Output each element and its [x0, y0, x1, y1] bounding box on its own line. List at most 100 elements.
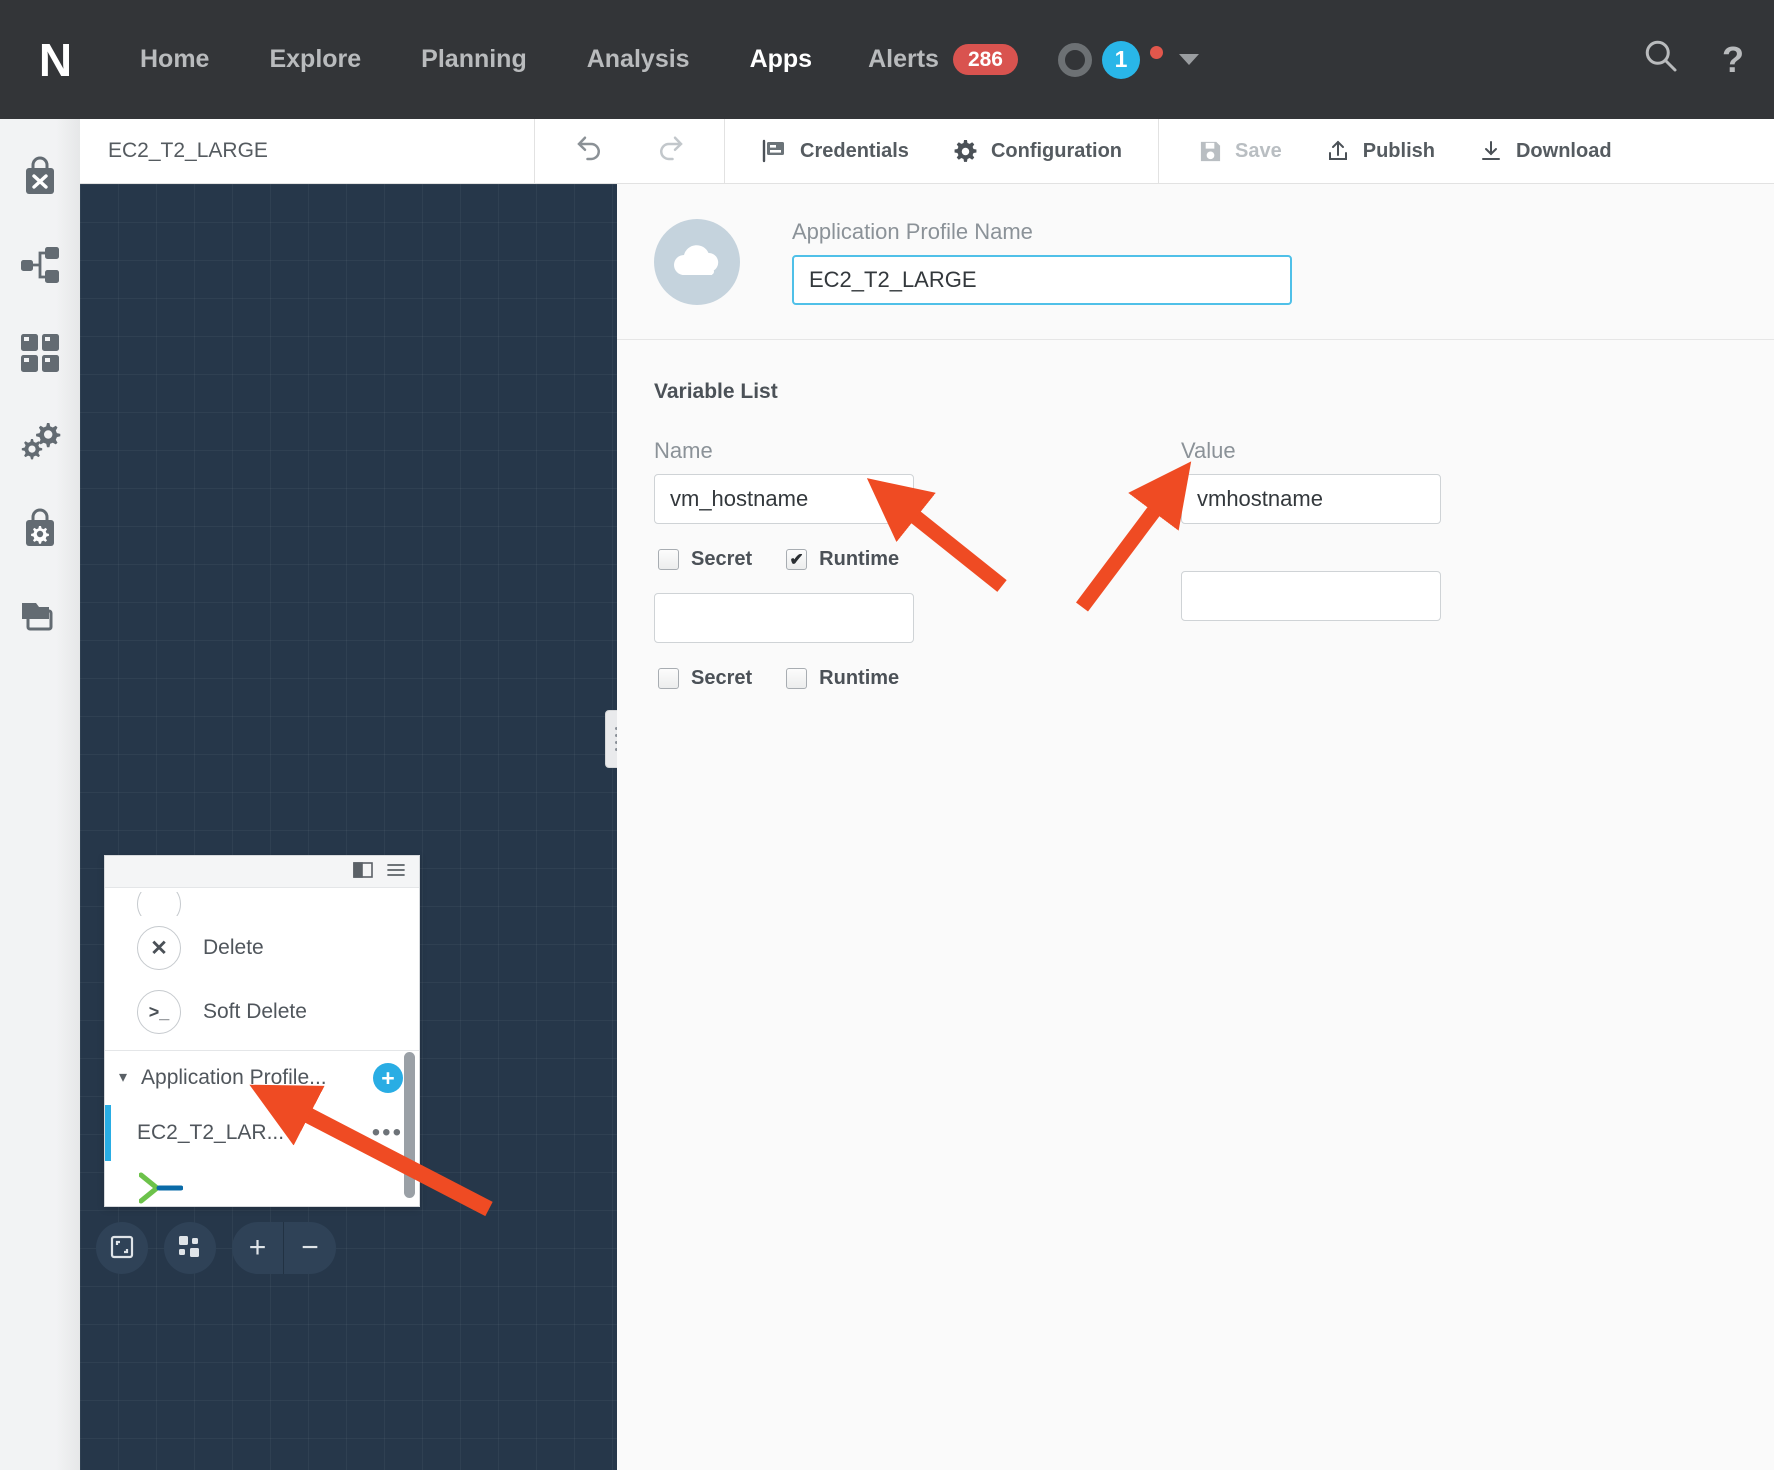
sidebar-item-applications[interactable] [0, 311, 80, 399]
credentials-icon [761, 139, 787, 163]
variable-name-column: Name Secret ✔ Runtime [654, 438, 914, 712]
sidebar-item-runbooks[interactable] [0, 399, 80, 487]
redo-icon[interactable] [655, 134, 685, 169]
secret-checkbox-2[interactable] [658, 668, 679, 689]
palette-item-ec2-t2-large[interactable]: EC2_T2_LAR... ••• [105, 1105, 419, 1161]
nav-item-apps[interactable]: Apps [720, 45, 843, 74]
variable-name-input-2[interactable] [654, 593, 914, 643]
apps-grid-icon [20, 333, 60, 378]
notification-dot-icon [1150, 46, 1163, 59]
variable-value-column: Value [1181, 438, 1441, 621]
palette-task-delete[interactable]: ✕ Delete [105, 916, 419, 980]
sidebar-item-projects[interactable] [0, 575, 80, 663]
fit-to-screen-button[interactable] [96, 1222, 148, 1274]
download-button[interactable]: Download [1457, 139, 1634, 163]
hamburger-menu-icon[interactable] [387, 863, 405, 880]
panel-toggle-icon[interactable] [353, 862, 373, 881]
cloud-icon [670, 241, 724, 282]
status-indicator-group[interactable]: 1 [1044, 40, 1199, 79]
editor-toolbar: EC2_T2_LARGE Credentials Configuration S… [80, 119, 1774, 184]
auto-layout-icon [177, 1234, 203, 1263]
app-root: N Home Explore Planning Analysis Apps Al… [0, 0, 1774, 1470]
palette-task-soft-delete[interactable]: >_ Soft Delete [105, 980, 419, 1044]
copy-layers-icon [19, 599, 61, 640]
profile-name-label: Application Profile Name [792, 218, 1033, 244]
configuration-label: Configuration [990, 139, 1123, 162]
zoom-in-button[interactable]: + [232, 1222, 284, 1274]
undo-icon[interactable] [575, 134, 605, 169]
add-application-profile-button[interactable]: + [373, 1063, 403, 1093]
check-mark-icon: ✔ [789, 550, 804, 569]
partial-task-icon [137, 892, 181, 916]
save-button[interactable]: Save [1177, 140, 1304, 163]
credentials-button[interactable]: Credentials [739, 139, 931, 163]
application-profile-panel: Application Profile Name Variable List N… [617, 184, 1774, 1470]
history-controls [535, 119, 725, 183]
variable-value-input-2[interactable] [1181, 571, 1441, 621]
nav-item-planning[interactable]: Planning [391, 45, 557, 74]
palette-header [105, 856, 419, 888]
profile-name-field-group: Application Profile Name [792, 219, 1292, 305]
runtime-checkbox-2[interactable] [786, 668, 808, 689]
nav-item-home[interactable]: Home [110, 45, 239, 74]
variable-value-input-1[interactable] [1181, 474, 1441, 524]
publish-upload-icon [1326, 139, 1350, 163]
avatar [654, 218, 740, 305]
publish-button[interactable]: Publish [1304, 139, 1457, 163]
nav-right-actions: ? [1642, 37, 1774, 82]
configuration-button[interactable]: Configuration [931, 139, 1144, 164]
profile-name-input[interactable] [792, 254, 1292, 305]
task-count-badge: 1 [1102, 40, 1140, 79]
chevron-down-icon[interactable] [1179, 54, 1199, 65]
app-logo[interactable]: N [0, 37, 110, 83]
blueprint-icon [19, 245, 61, 290]
palette-task-delete-label: Delete [203, 936, 264, 959]
publish-label: Publish [1362, 139, 1435, 162]
nav-item-analysis[interactable]: Analysis [557, 45, 720, 74]
secret-checkbox-1[interactable] [658, 549, 679, 570]
sidebar-item-blueprints[interactable] [0, 223, 80, 311]
palette-group-application-profile[interactable]: ▾ Application Profile... + [105, 1051, 419, 1105]
value-column-spacer-1 [1181, 524, 1441, 571]
search-icon[interactable] [1642, 37, 1678, 82]
gear-icon [953, 139, 978, 164]
terminal-circle-icon: >_ [137, 990, 181, 1034]
secret-label-1: Secret [691, 548, 753, 570]
save-label: Save [1235, 139, 1282, 162]
variable-name-input-1[interactable] [654, 474, 914, 524]
download-label: Download [1515, 139, 1612, 162]
credentials-label: Credentials [800, 139, 909, 162]
variable-list-title: Variable List [654, 380, 778, 403]
task-palette-panel: ✕ Delete >_ Soft Delete ▾ Application Pr… [104, 855, 420, 1207]
marketplace-x-icon [20, 156, 60, 203]
help-icon[interactable]: ? [1722, 39, 1744, 81]
alerts-count-badge: 286 [952, 44, 1018, 75]
library-gear-icon [20, 508, 60, 555]
zoom-button-group: + − [232, 1222, 336, 1274]
nav-item-alerts[interactable]: Alerts 286 [842, 44, 1044, 75]
progress-ring-icon [1058, 42, 1092, 77]
auto-layout-button[interactable] [164, 1222, 216, 1274]
palette-task-partial[interactable] [105, 892, 419, 916]
top-navigation-bar: N Home Explore Planning Analysis Apps Al… [0, 0, 1774, 119]
variable-columns: Name Secret ✔ Runtime [654, 438, 1774, 768]
x-brand-icon [138, 1172, 184, 1206]
zoom-out-button[interactable]: − [284, 1222, 336, 1274]
runbooks-gears-icon [19, 421, 61, 466]
primary-nav: Home Explore Planning Analysis Apps [110, 45, 842, 74]
sidebar-item-library[interactable] [0, 487, 80, 575]
palette-task-soft-delete-label: Soft Delete [203, 1000, 307, 1023]
blueprint-canvas[interactable] [80, 184, 617, 1470]
delete-circle-icon: ✕ [137, 926, 181, 970]
secret-label-2: Secret [691, 667, 753, 689]
runtime-checkbox-1[interactable]: ✔ [786, 549, 808, 570]
fit-screen-icon [109, 1234, 135, 1263]
logo-text: N [38, 33, 72, 86]
chevron-down-icon[interactable]: ▾ [119, 1070, 127, 1086]
nav-item-explore[interactable]: Explore [239, 45, 391, 74]
sidebar-item-marketplace[interactable] [0, 135, 80, 223]
palette-item-label: EC2_T2_LAR... [137, 1121, 285, 1144]
palette-brand-logo [105, 1161, 419, 1206]
palette-scrollbar-thumb[interactable] [404, 1052, 415, 1198]
variable-flags-1: Secret ✔ Runtime [658, 548, 914, 571]
